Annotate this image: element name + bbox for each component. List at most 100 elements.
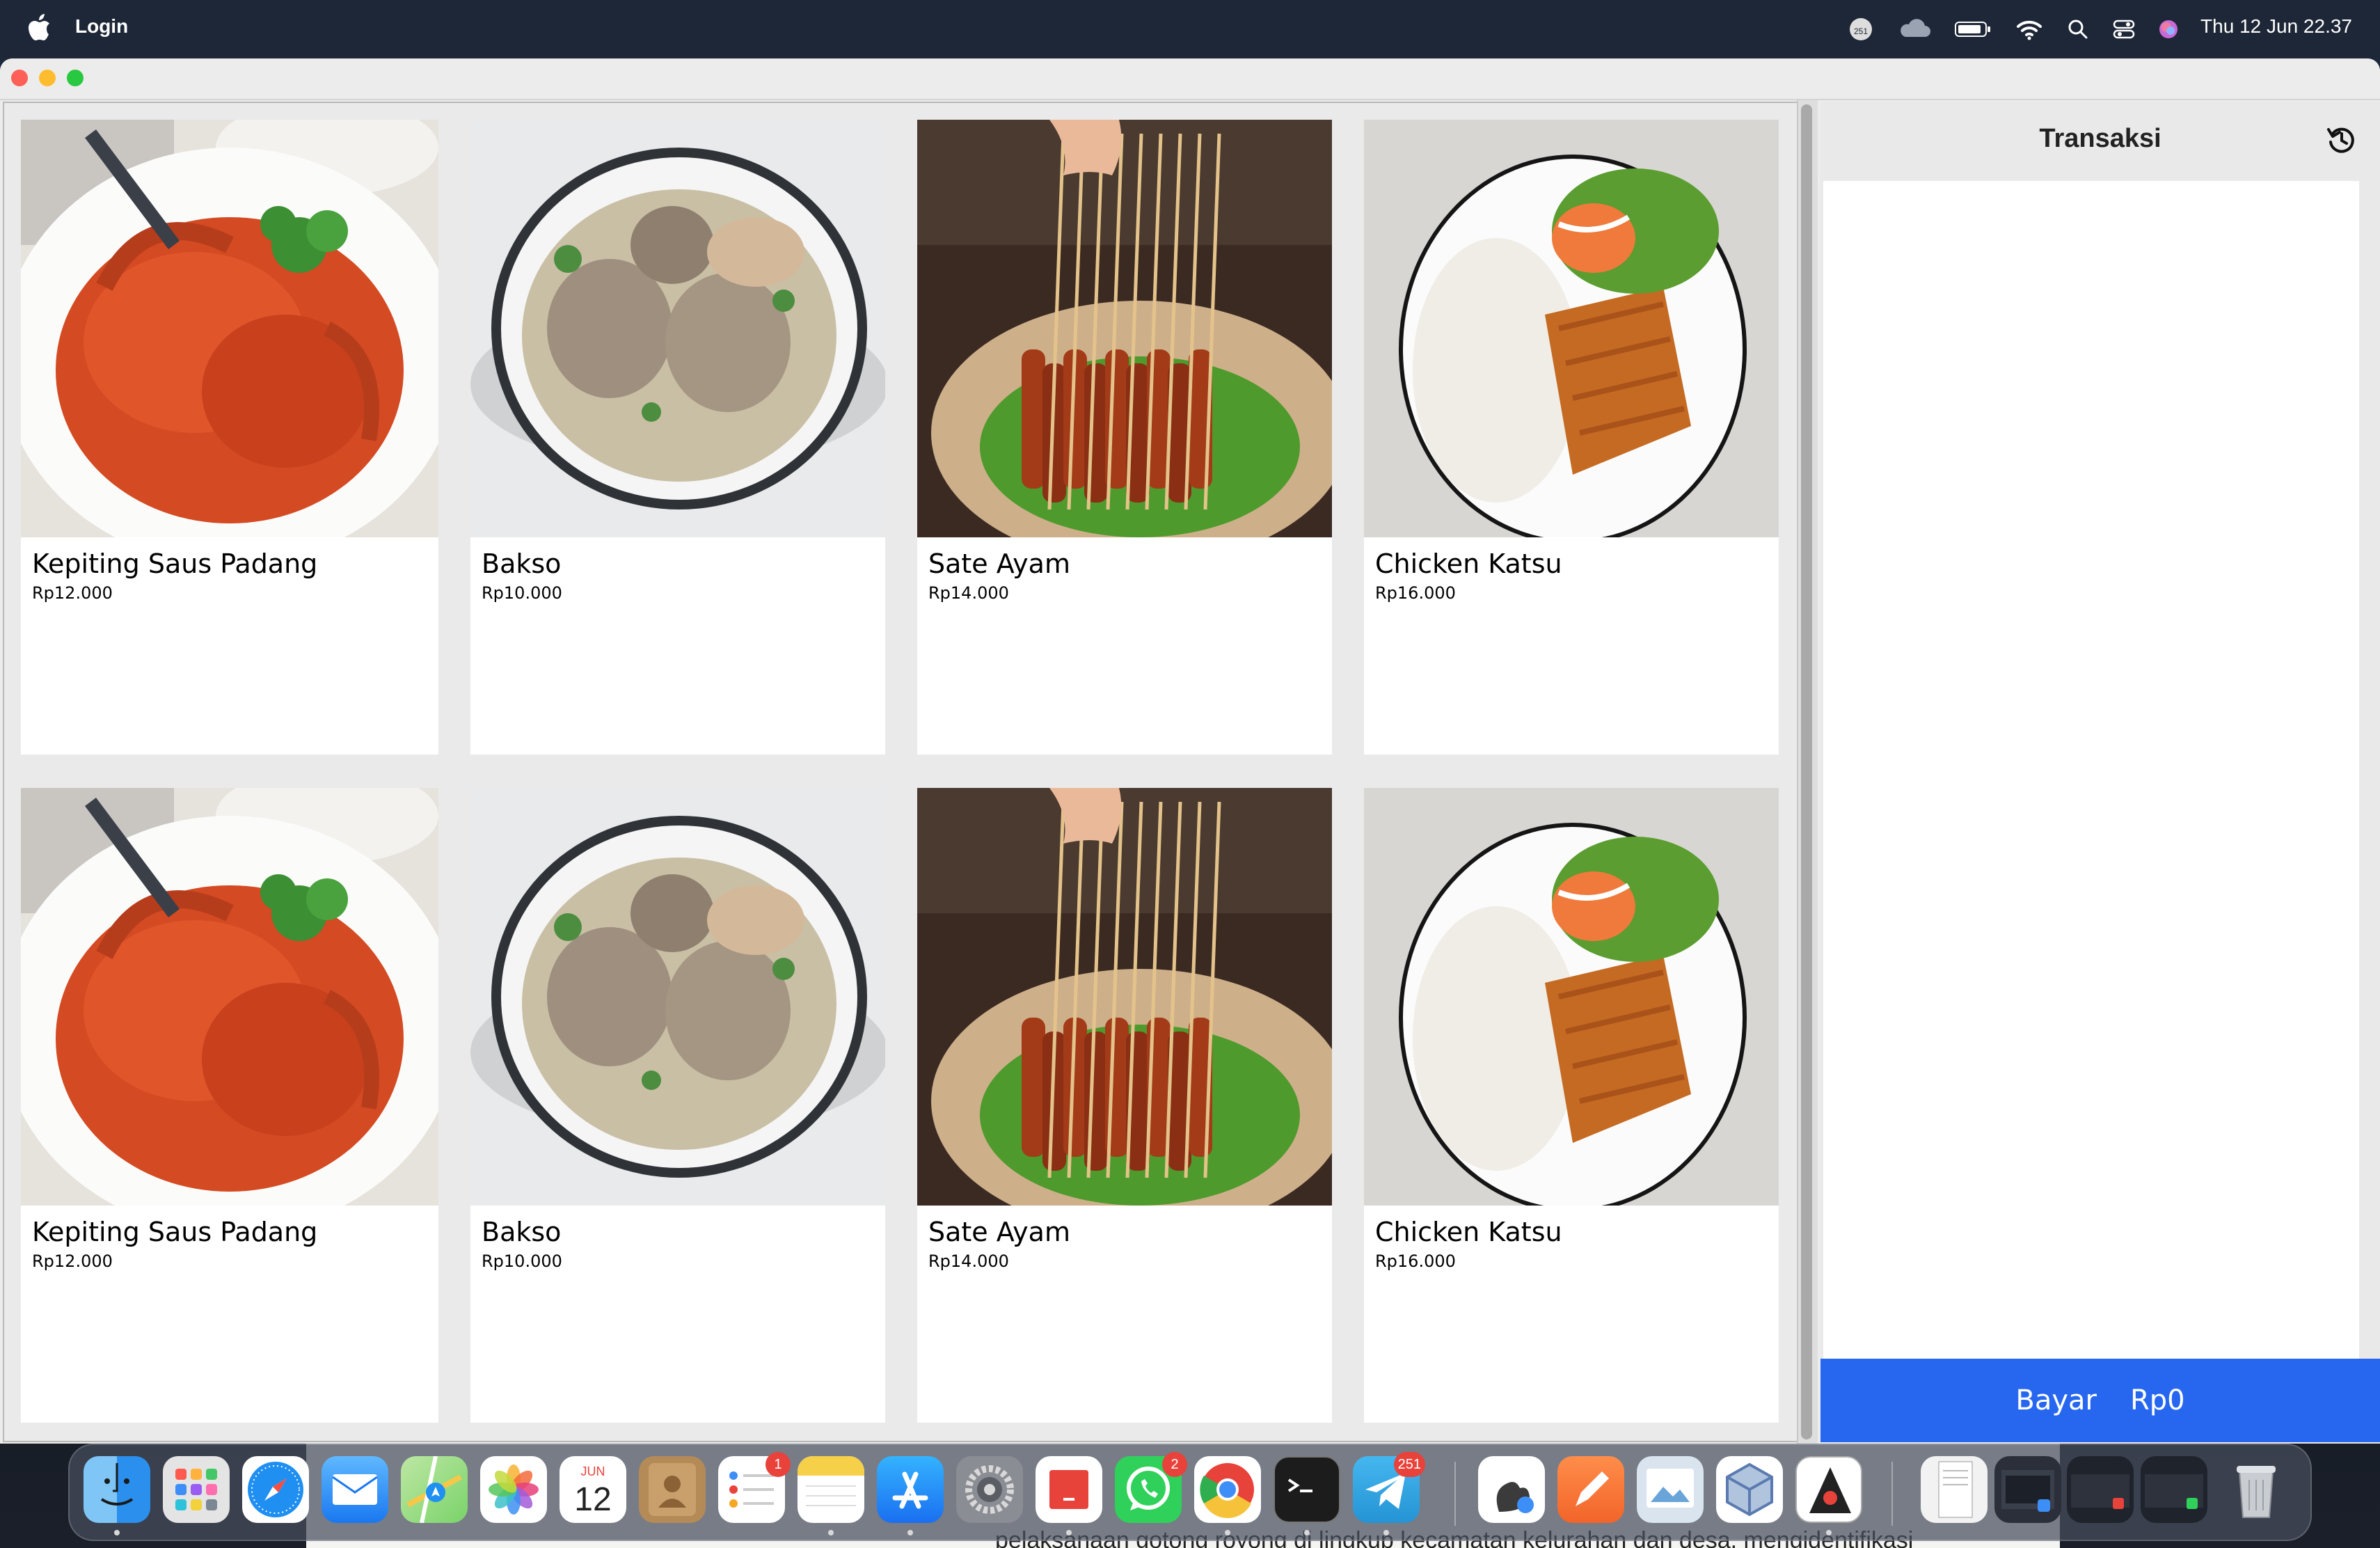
telegram-running-dot bbox=[1383, 1530, 1389, 1535]
telegram-badge: 251 bbox=[1393, 1452, 1425, 1477]
window-titlebar[interactable] bbox=[0, 58, 2380, 100]
dock: JUN 12 1 2 251 bbox=[68, 1444, 2312, 1541]
menu-item-card[interactable]: Kepiting Saus Padang Rp12.000 bbox=[21, 788, 438, 1423]
java-ide-running-dot bbox=[1826, 1530, 1832, 1535]
app-store-icon[interactable] bbox=[877, 1456, 944, 1523]
contacts-icon[interactable] bbox=[639, 1456, 706, 1523]
menu-item-card[interactable]: Sate Ayam Rp14.000 bbox=[917, 120, 1332, 755]
menu-item-card[interactable]: Chicken Katsu Rp16.000 bbox=[1364, 120, 1779, 755]
menu-item-price: Rp10.000 bbox=[482, 1251, 562, 1271]
menu-item-card[interactable]: Bakso Rp10.000 bbox=[470, 788, 885, 1423]
menu-item-card[interactable]: Bakso Rp10.000 bbox=[470, 120, 885, 755]
reminders-badge: 1 bbox=[765, 1452, 791, 1477]
minimized-window-1[interactable] bbox=[1994, 1456, 2061, 1523]
menu-item-price: Rp14.000 bbox=[928, 583, 1009, 603]
search-icon[interactable] bbox=[2065, 15, 2091, 43]
transaction-header: Transaksi bbox=[1820, 102, 2380, 181]
meatball-soup-image bbox=[470, 788, 885, 1206]
apple-icon[interactable] bbox=[26, 13, 51, 43]
notification-count: 251 bbox=[1854, 26, 1868, 36]
menu-item-image[interactable] bbox=[21, 120, 438, 537]
menu-item-image[interactable] bbox=[917, 788, 1332, 1206]
notes-icon[interactable] bbox=[798, 1456, 864, 1523]
katsu-image bbox=[1364, 120, 1779, 537]
calendar-month: JUN bbox=[581, 1464, 605, 1478]
menubar-clock[interactable]: Thu 12 Jun 22.37 bbox=[2200, 15, 2352, 38]
cloud-icon[interactable] bbox=[1897, 15, 1932, 43]
menubar-app-name[interactable]: Login bbox=[75, 15, 128, 38]
app-window: Kepiting Saus Padang Rp12.000 Bakso Rp10.00… bbox=[0, 58, 2380, 1444]
menu-item-price: Rp10.000 bbox=[482, 583, 562, 603]
menu-item-name: Chicken Katsu bbox=[1375, 1217, 1562, 1247]
dock-separator-2 bbox=[1891, 1462, 1893, 1526]
menu-item-image[interactable] bbox=[1364, 788, 1779, 1206]
terminal-running-dot bbox=[1304, 1530, 1310, 1535]
control-center-icon[interactable] bbox=[2111, 15, 2136, 43]
menu-item-price: Rp14.000 bbox=[928, 1251, 1009, 1271]
menu-item-image[interactable] bbox=[470, 788, 885, 1206]
minimized-window-2[interactable] bbox=[2067, 1456, 2134, 1523]
safari-icon[interactable] bbox=[242, 1456, 309, 1523]
pay-button-label: Bayar bbox=[2015, 1384, 2097, 1416]
photos-icon[interactable] bbox=[480, 1456, 547, 1523]
menu-item-image[interactable] bbox=[917, 120, 1332, 537]
launchpad-icon[interactable] bbox=[163, 1456, 230, 1523]
terminal-icon[interactable] bbox=[1274, 1456, 1340, 1523]
menu-item-name: Sate Ayam bbox=[928, 548, 1070, 579]
cube-app-icon[interactable] bbox=[1716, 1456, 1783, 1523]
calendar-icon[interactable]: JUN 12 bbox=[560, 1456, 626, 1523]
crab-dish-image bbox=[21, 788, 438, 1206]
menu-item-image[interactable] bbox=[21, 788, 438, 1206]
menu-scrollbar-thumb[interactable] bbox=[1801, 104, 1812, 1439]
menu-item-name: Sate Ayam bbox=[928, 1217, 1070, 1247]
notification-center-icon[interactable]: 251 bbox=[1846, 15, 1876, 43]
reset-transaction-icon[interactable] bbox=[2326, 124, 2358, 156]
pay-button[interactable]: Bayar Rp0 bbox=[1820, 1359, 2380, 1442]
minimized-window-3[interactable] bbox=[2141, 1456, 2207, 1523]
documents-stack-icon[interactable] bbox=[1921, 1456, 1988, 1523]
java-ide-icon[interactable] bbox=[1795, 1456, 1862, 1523]
notes-running-dot bbox=[828, 1530, 834, 1535]
menu-item-card[interactable]: Chicken Katsu Rp16.000 bbox=[1364, 788, 1779, 1423]
system-settings-icon[interactable] bbox=[956, 1456, 1023, 1523]
finder-running-dot bbox=[114, 1530, 120, 1535]
satay-image bbox=[917, 788, 1332, 1206]
transaction-panel: Transaksi Bayar Rp0 bbox=[1820, 102, 2380, 1442]
menu-item-price: Rp12.000 bbox=[32, 583, 113, 603]
preview-app-icon[interactable] bbox=[1637, 1456, 1704, 1523]
maps-icon[interactable] bbox=[401, 1456, 468, 1523]
menu-panel: Kepiting Saus Padang Rp12.000 Bakso Rp10.00… bbox=[3, 102, 1800, 1442]
dock-separator bbox=[1454, 1462, 1456, 1526]
wifi-icon[interactable] bbox=[2014, 15, 2045, 43]
menu-item-name: Kepiting Saus Padang bbox=[32, 1217, 318, 1247]
menu-item-card[interactable]: Kepiting Saus Padang Rp12.000 bbox=[21, 120, 438, 755]
pay-total: Rp0 bbox=[2129, 1384, 2185, 1416]
satay-image bbox=[917, 120, 1332, 537]
crab-dish-image bbox=[21, 120, 438, 537]
chrome-icon[interactable] bbox=[1194, 1456, 1261, 1523]
menu-item-image[interactable] bbox=[470, 120, 885, 537]
transaction-title: Transaksi bbox=[2039, 124, 2161, 153]
whatsapp-icon[interactable]: 2 bbox=[1115, 1452, 1187, 1523]
menu-item-card[interactable]: Sate Ayam Rp14.000 bbox=[917, 788, 1332, 1423]
telegram-icon[interactable]: 251 bbox=[1353, 1452, 1425, 1523]
trash-icon[interactable] bbox=[2223, 1456, 2290, 1523]
squirrel-app-icon[interactable] bbox=[1478, 1456, 1545, 1523]
katsu-image bbox=[1364, 788, 1779, 1206]
minimize-window-button[interactable] bbox=[39, 70, 56, 86]
mail-icon[interactable] bbox=[322, 1456, 388, 1523]
menu-item-price: Rp16.000 bbox=[1375, 583, 1456, 603]
pen-app-icon[interactable] bbox=[1557, 1456, 1624, 1523]
finder-icon[interactable] bbox=[84, 1456, 150, 1523]
menu-item-image[interactable] bbox=[1364, 120, 1779, 537]
siri-icon[interactable] bbox=[2156, 15, 2181, 43]
transaction-list[interactable] bbox=[1823, 181, 2359, 1359]
battery-icon[interactable] bbox=[1954, 15, 1992, 43]
close-window-button[interactable] bbox=[11, 70, 28, 86]
chrome-running-dot bbox=[1225, 1530, 1230, 1535]
reminders-icon[interactable]: 1 bbox=[718, 1452, 791, 1523]
red-app-running-dot bbox=[1066, 1530, 1072, 1535]
red-square-app-icon[interactable] bbox=[1036, 1456, 1102, 1523]
app-store-running-dot bbox=[907, 1530, 913, 1535]
zoom-window-button[interactable] bbox=[67, 70, 84, 86]
